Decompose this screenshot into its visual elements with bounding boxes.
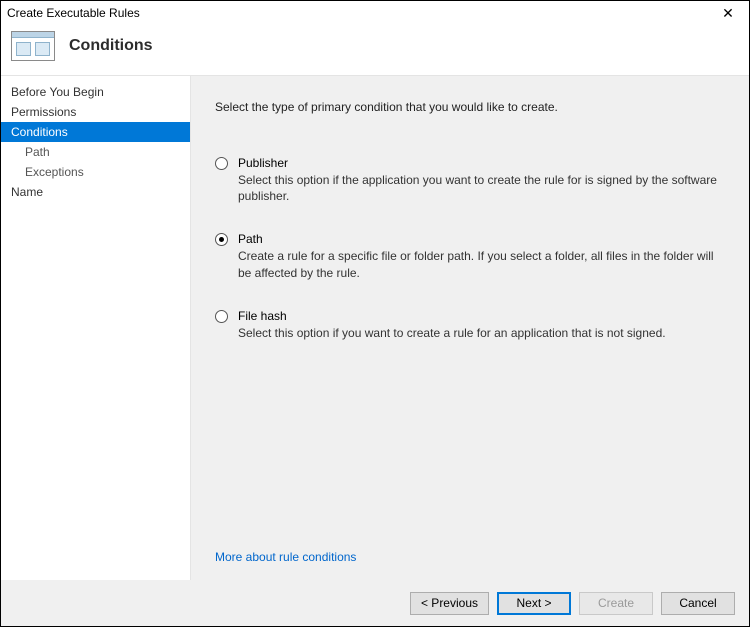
nav-exceptions[interactable]: Exceptions [1, 162, 190, 182]
radio-publisher[interactable] [215, 157, 228, 170]
nav-permissions[interactable]: Permissions [1, 102, 190, 122]
nav-name[interactable]: Name [1, 182, 190, 202]
option-path-label: Path [238, 232, 721, 246]
wizard-icon [11, 31, 55, 61]
option-filehash-desc: Select this option if you want to create… [238, 325, 721, 341]
nav-path[interactable]: Path [1, 142, 190, 162]
body: Before You Begin Permissions Conditions … [1, 75, 749, 580]
instruction-text: Select the type of primary condition tha… [215, 100, 721, 114]
option-filehash-label: File hash [238, 309, 721, 323]
cancel-button[interactable]: Cancel [661, 592, 735, 615]
close-icon[interactable]: ✕ [713, 6, 743, 20]
option-publisher-label: Publisher [238, 156, 721, 170]
page-header: Conditions [1, 25, 749, 75]
wizard-window: Create Executable Rules ✕ Conditions Bef… [0, 0, 750, 627]
titlebar: Create Executable Rules ✕ [1, 1, 749, 25]
window-title: Create Executable Rules [7, 6, 713, 20]
option-publisher-desc: Select this option if the application yo… [238, 172, 721, 204]
radio-filehash[interactable] [215, 310, 228, 323]
option-path[interactable]: Path Create a rule for a specific file o… [215, 232, 721, 280]
more-about-link[interactable]: More about rule conditions [215, 550, 721, 564]
previous-button[interactable]: < Previous [410, 592, 489, 615]
sidebar: Before You Begin Permissions Conditions … [1, 76, 191, 580]
create-button: Create [579, 592, 653, 615]
radio-path[interactable] [215, 233, 228, 246]
condition-options: Publisher Select this option if the appl… [215, 156, 721, 341]
next-button[interactable]: Next > [497, 592, 571, 615]
option-publisher[interactable]: Publisher Select this option if the appl… [215, 156, 721, 204]
nav-conditions[interactable]: Conditions [1, 122, 190, 142]
option-path-desc: Create a rule for a specific file or fol… [238, 248, 721, 280]
option-filehash[interactable]: File hash Select this option if you want… [215, 309, 721, 341]
nav-before-you-begin[interactable]: Before You Begin [1, 82, 190, 102]
content-pane: Select the type of primary condition tha… [191, 76, 749, 580]
page-title: Conditions [69, 37, 153, 55]
footer: < Previous Next > Create Cancel [1, 580, 749, 626]
